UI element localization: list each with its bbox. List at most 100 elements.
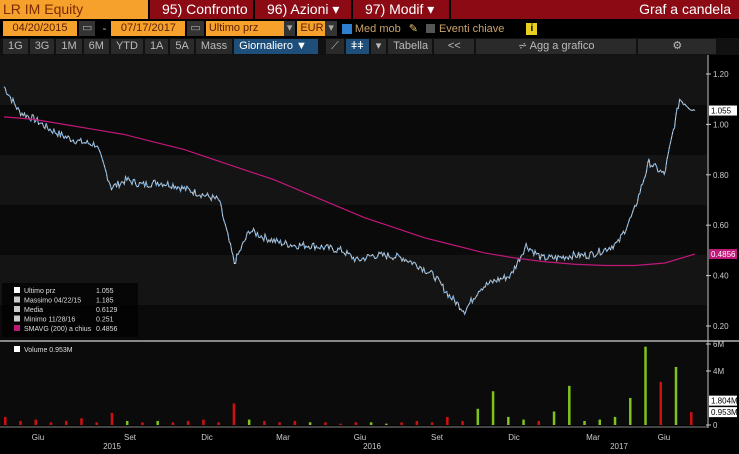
currency-select[interactable]: EUR	[297, 21, 326, 36]
x-month-label: Set	[124, 433, 137, 442]
x-month-label: Dic	[201, 433, 213, 442]
volume-bar	[110, 412, 114, 425]
volume-bar	[141, 422, 144, 425]
moving-avg-checkbox[interactable]	[341, 23, 352, 34]
volume-bar	[644, 346, 647, 425]
volume-legend: Volume 0.953M	[24, 347, 73, 354]
volume-bar	[4, 416, 7, 425]
price-tick-label: 1.20	[713, 70, 729, 79]
legend-label: SMAVG (200) a chius	[24, 326, 92, 333]
chevron-down-icon[interactable]: ▾	[370, 39, 387, 54]
calendar-icon[interactable]: ▭	[79, 21, 96, 36]
gear-icon[interactable]: ⚙	[638, 39, 717, 54]
frequency-select[interactable]: Giornaliero ▼	[234, 39, 319, 54]
volume-bar	[568, 385, 571, 425]
chart-band	[0, 55, 707, 105]
moving-avg-label: Med mob	[354, 22, 401, 35]
volume-panel	[0, 343, 707, 425]
legend-swatch	[14, 315, 20, 322]
volume-bar	[202, 419, 205, 425]
period-1m[interactable]: 1M	[56, 39, 82, 54]
price-chart[interactable]: 1.20 1.00 0.80 0.60 0.40 0.20 6M 4M 0 1.055 0.4856…	[0, 55, 739, 454]
modif-menu[interactable]: 97) Modif ▾	[353, 0, 449, 19]
azioni-menu[interactable]: 96) Azioni ▾	[255, 0, 351, 19]
x-year-label: 2015	[103, 442, 121, 451]
volume-bar	[34, 419, 37, 425]
volume-bar	[324, 422, 327, 425]
volume-bar	[308, 422, 312, 425]
volume-bar	[446, 416, 449, 425]
legend-label: Minimo 11/28/16	[24, 317, 75, 324]
volume-bar	[552, 411, 556, 425]
period-max[interactable]: Mass	[195, 39, 233, 54]
key-events-label: Eventi chiave	[438, 22, 505, 35]
key-events-checkbox[interactable]	[425, 24, 435, 33]
legend-swatch	[14, 325, 20, 331]
vol-label: 0.953M	[711, 408, 738, 417]
table-button[interactable]: Tabella	[388, 39, 433, 54]
toolbar: 1G 3G 1M 6M YTD 1A 5A Mass Giornaliero ▼…	[0, 38, 739, 55]
chart-band	[0, 105, 707, 155]
end-date-input[interactable]: 07/17/2017	[111, 21, 186, 36]
legend-swatch	[14, 296, 20, 303]
volume-legend-swatch	[14, 346, 20, 352]
chevron-down-icon: ▾	[332, 1, 340, 17]
chevron-down-icon[interactable]: ▾	[325, 21, 337, 36]
x-month-label: Giu	[658, 433, 670, 442]
volume-bar	[354, 422, 358, 425]
chevron-down-icon[interactable]: ▾	[283, 21, 296, 36]
volume-bar	[263, 420, 266, 425]
last-sma-label: 0.4856	[711, 250, 736, 259]
field-select[interactable]: Ultimo prz	[205, 21, 284, 36]
x-month-label: Giu	[354, 433, 366, 442]
ticker-field[interactable]: LR IM Equity	[0, 0, 148, 19]
candle-icon[interactable]: ǂǂ	[345, 39, 369, 54]
volume-bar	[461, 420, 464, 425]
volume-bar	[339, 423, 342, 425]
x-year-label: 2017	[610, 442, 628, 451]
volume-bar	[49, 422, 53, 425]
add-to-chart-label: Agg a grafico	[529, 40, 595, 52]
info-icon[interactable]: i	[526, 22, 538, 35]
period-1a[interactable]: 1A	[144, 39, 169, 54]
volume-bar	[430, 422, 434, 425]
legend-value: 0.251	[96, 317, 114, 324]
period-ytd[interactable]: YTD	[110, 39, 143, 54]
start-date-input[interactable]: 04/20/2015	[3, 21, 77, 36]
volume-tick-label: 4M	[713, 367, 724, 376]
period-6m[interactable]: 6M	[83, 39, 109, 54]
last-price-label: 1.055	[711, 107, 732, 116]
volume-bar	[522, 419, 525, 425]
volume-bar	[186, 420, 190, 425]
volume-bar	[171, 422, 175, 425]
confronto-button[interactable]: 95) Confronto	[150, 0, 253, 19]
volume-bar	[385, 423, 388, 425]
title-bar: LR IM Equity 95) Confronto 96) Azioni ▾ …	[0, 0, 739, 19]
x-month-label: Dic	[508, 433, 520, 442]
legend-label: Massimo 04/22/15	[24, 298, 81, 305]
x-month-label: Mar	[586, 433, 600, 442]
price-tick-label: 1.00	[713, 120, 729, 129]
volume-bar	[583, 420, 586, 425]
price-tick-label: 0.20	[713, 322, 729, 331]
period-3g[interactable]: 3G	[29, 39, 55, 54]
chart-band	[0, 155, 707, 205]
period-1g[interactable]: 1G	[3, 39, 28, 54]
add-to-chart-button[interactable]: ⩫ Agg a grafico	[476, 39, 637, 54]
x-year-label: 2016	[363, 442, 381, 451]
volume-bar	[598, 419, 602, 425]
calendar-icon[interactable]: ▭	[187, 21, 204, 36]
period-5a[interactable]: 5A	[170, 39, 194, 54]
chart-add-icon: ⩫	[518, 40, 530, 52]
chart-title: Graf a candela	[451, 0, 739, 19]
line-chart-icon[interactable]: ⟋	[326, 39, 344, 54]
volume-bar	[537, 420, 541, 425]
date-separator: -	[102, 22, 107, 35]
legend-value: 1.055	[96, 288, 114, 295]
collapse-button[interactable]: <<	[434, 39, 475, 54]
pencil-icon[interactable]: ✎	[409, 22, 418, 35]
volume-bar	[674, 366, 678, 425]
vol-avg-label: 1.804M	[711, 397, 738, 406]
volume-bar	[293, 420, 297, 425]
legend-label: Ultimo prz	[24, 288, 56, 295]
